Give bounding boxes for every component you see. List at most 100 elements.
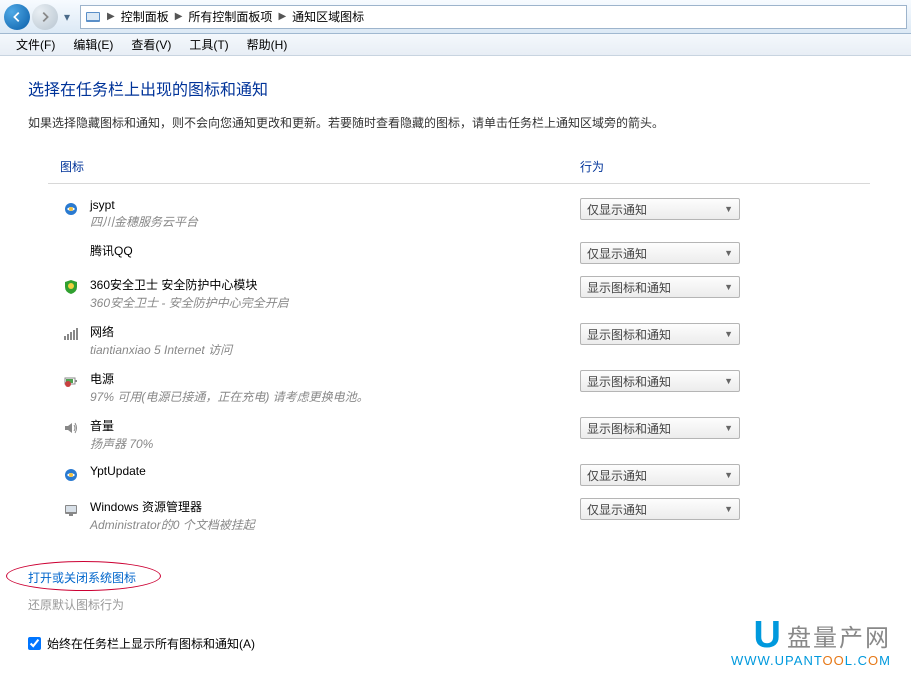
row-text: Windows 资源管理器Administrator的0 个文档被挂起 xyxy=(90,498,580,533)
row-subtitle: 360安全卫士 - 安全防护中心完全开启 xyxy=(90,294,580,311)
table-row: jsypt四川金穗服务云平台仅显示通知 ▼ xyxy=(48,192,870,236)
behavior-select[interactable]: 仅显示通知 ▼ xyxy=(580,198,740,220)
table-row: Windows 资源管理器Administrator的0 个文档被挂起仅显示通知… xyxy=(48,492,870,539)
chevron-down-icon: ▼ xyxy=(724,470,733,480)
back-button[interactable] xyxy=(4,4,30,30)
page-title: 选择在任务栏上出现的图标和通知 xyxy=(28,76,911,100)
control-panel-icon xyxy=(85,9,101,25)
row-title: 360安全卫士 安全防护中心模块 xyxy=(90,276,580,293)
table-row: YptUpdate 仅显示通知 ▼ xyxy=(48,458,870,492)
menu-tools[interactable]: 工具(T) xyxy=(181,34,236,55)
row-select-wrap: 显示图标和通知▼ xyxy=(580,417,740,439)
breadcrumb-separator: ▶ xyxy=(173,11,185,22)
always-show-label[interactable]: 始终在任务栏上显示所有图标和通知(A) xyxy=(47,635,255,652)
row-subtitle: 97% 可用(电源已接通，正在充电) 请考虑更换电池。 xyxy=(90,388,580,405)
forward-arrow-icon xyxy=(38,10,52,24)
select-value: 显示图标和通知 xyxy=(587,373,671,390)
back-arrow-icon xyxy=(10,10,24,24)
always-show-checkbox[interactable] xyxy=(28,637,41,650)
watermark-logo-icon: U xyxy=(754,614,781,657)
behavior-select[interactable]: 显示图标和通知▼ xyxy=(580,417,740,439)
row-select-wrap: 显示图标和通知 ▼ xyxy=(580,370,740,392)
row-title: 电源 xyxy=(90,370,580,387)
app-icon xyxy=(60,372,82,390)
breadcrumb-separator: ▶ xyxy=(105,11,117,22)
row-text: 网络tiantianxiao 5 Internet 访问 xyxy=(90,323,580,358)
table-row: 电源97% 可用(电源已接通，正在充电) 请考虑更换电池。显示图标和通知 ▼ xyxy=(48,364,870,411)
chevron-down-icon: ▼ xyxy=(724,504,733,514)
row-text: YptUpdate xyxy=(90,464,580,478)
chevron-down-icon: ▼ xyxy=(724,329,733,339)
behavior-select[interactable]: 显示图标和通知 ▼ xyxy=(580,323,740,345)
menu-edit[interactable]: 编辑(E) xyxy=(65,34,121,55)
select-value: 显示图标和通知 xyxy=(587,279,671,296)
row-subtitle: 四川金穗服务云平台 xyxy=(90,213,580,230)
row-title: jsypt xyxy=(90,198,580,212)
chevron-down-icon: ▼ xyxy=(724,423,733,433)
row-title: 网络 xyxy=(90,323,580,340)
behavior-select[interactable]: 仅显示通知 ▼ xyxy=(580,242,740,264)
row-text: 腾讯QQ xyxy=(90,242,580,259)
icon-list-body[interactable]: jsypt四川金穗服务云平台仅显示通知▼腾讯QQ仅显示通知▼360安全卫士 安全… xyxy=(48,184,870,547)
app-icon xyxy=(60,325,82,343)
chevron-down-icon: ▼ xyxy=(724,282,733,292)
icon-list-container: 图标 行为 jsypt四川金穗服务云平台仅显示通知▼腾讯QQ仅显示通知▼360安… xyxy=(48,153,870,547)
menu-help[interactable]: 帮助(H) xyxy=(239,34,296,55)
breadcrumb-separator: ▶ xyxy=(276,11,288,22)
select-value: 仅显示通知 xyxy=(587,501,647,518)
table-row: 网络tiantianxiao 5 Internet 访问显示图标和通知 ▼ xyxy=(48,317,870,364)
watermark: U 盘量产网 WWW.UPANTOOL.COM xyxy=(731,614,891,668)
menu-bar: 文件(F) 编辑(E) 查看(V) 工具(T) 帮助(H) xyxy=(0,34,911,56)
row-select-wrap: 仅显示通知 ▼ xyxy=(580,464,740,486)
behavior-select[interactable]: 仅显示通知 ▼ xyxy=(580,498,740,520)
row-title: YptUpdate xyxy=(90,464,580,478)
navigation-bar: ▾ ▶ 控制面板 ▶ 所有控制面板项 ▶ 通知区域图标 xyxy=(0,0,911,34)
row-title: 腾讯QQ xyxy=(90,242,580,259)
chevron-down-icon: ▼ xyxy=(724,376,733,386)
select-value: 仅显示通知 xyxy=(587,467,647,484)
menu-file[interactable]: 文件(F) xyxy=(8,34,63,55)
row-subtitle: 扬声器 70% xyxy=(90,435,580,452)
table-row: 腾讯QQ 仅显示通知 ▼ xyxy=(48,236,870,270)
select-value: 仅显示通知 xyxy=(587,245,647,262)
row-text: 电源97% 可用(电源已接通，正在充电) 请考虑更换电池。 xyxy=(90,370,580,405)
forward-button[interactable] xyxy=(32,4,58,30)
select-value: 仅显示通知 xyxy=(587,201,647,218)
link-restore-default[interactable]: 还原默认图标行为 xyxy=(28,596,124,613)
row-select-wrap: 仅显示通知 ▼ xyxy=(580,242,740,264)
watermark-url: WWW.UPANTOOL.COM xyxy=(731,653,891,668)
row-select-wrap: 显示图标和通知 ▼ xyxy=(580,323,740,345)
row-title: Windows 资源管理器 xyxy=(90,498,580,515)
watermark-brand: 盘量产网 xyxy=(787,618,891,653)
chevron-down-icon: ▼ xyxy=(724,248,733,258)
page-description: 如果选择隐藏图标和通知，则不会向您通知更改和更新。若要随时查看隐藏的图标，请单击… xyxy=(28,114,911,131)
chevron-down-icon: ▼ xyxy=(724,204,733,214)
row-select-wrap: 仅显示通知 ▼ xyxy=(580,498,740,520)
app-icon xyxy=(60,278,82,296)
table-row: 音量扬声器 70%显示图标和通知▼ xyxy=(48,411,870,458)
column-header-icon: 图标 xyxy=(60,158,580,175)
link-toggle-system-icons[interactable]: 打开或关闭系统图标 xyxy=(28,569,136,586)
app-icon xyxy=(60,466,82,484)
row-select-wrap: 仅显示通知 ▼ xyxy=(580,198,740,220)
row-subtitle: Administrator的0 个文档被挂起 xyxy=(90,516,580,533)
menu-view[interactable]: 查看(V) xyxy=(123,34,179,55)
behavior-select[interactable]: 显示图标和通知 ▼ xyxy=(580,370,740,392)
app-icon xyxy=(60,244,82,262)
behavior-select[interactable]: 仅显示通知 ▼ xyxy=(580,464,740,486)
row-subtitle: tiantianxiao 5 Internet 访问 xyxy=(90,341,580,358)
address-bar[interactable]: ▶ 控制面板 ▶ 所有控制面板项 ▶ 通知区域图标 xyxy=(80,5,907,29)
behavior-select[interactable]: 显示图标和通知 ▼ xyxy=(580,276,740,298)
list-header: 图标 行为 xyxy=(48,154,870,184)
breadcrumb-all-items[interactable]: 所有控制面板项 xyxy=(184,8,276,25)
breadcrumb-notification-icons[interactable]: 通知区域图标 xyxy=(288,8,368,25)
nav-history-dropdown[interactable]: ▾ xyxy=(60,10,74,24)
table-row: 360安全卫士 安全防护中心模块360安全卫士 - 安全防护中心完全开启显示图标… xyxy=(48,270,870,317)
main-content: 选择在任务栏上出现的图标和通知 如果选择隐藏图标和通知，则不会向您通知更改和更新… xyxy=(0,56,911,547)
row-text: 360安全卫士 安全防护中心模块360安全卫士 - 安全防护中心完全开启 xyxy=(90,276,580,311)
app-icon xyxy=(60,500,82,518)
select-value: 显示图标和通知 xyxy=(587,326,671,343)
app-icon xyxy=(60,200,82,218)
breadcrumb-control-panel[interactable]: 控制面板 xyxy=(117,8,173,25)
row-title: 音量 xyxy=(90,417,580,434)
